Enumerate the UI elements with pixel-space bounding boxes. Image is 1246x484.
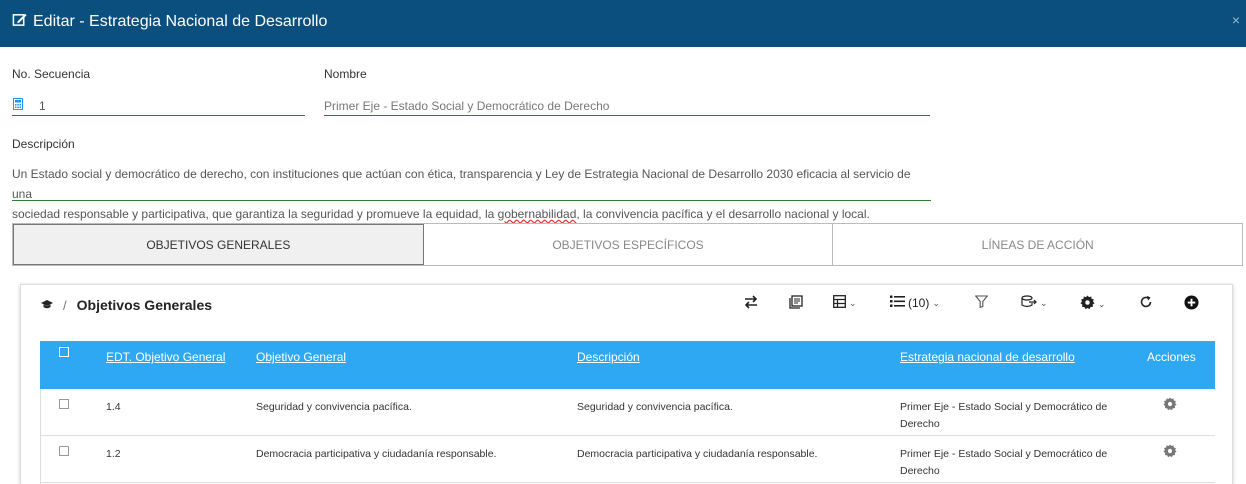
description-line-1: Un Estado social y democrático de derech…: [12, 167, 911, 201]
database-export-icon: [1021, 295, 1037, 311]
description-label: Descripción: [12, 137, 75, 151]
description-field[interactable]: Un Estado social y democrático de derech…: [12, 164, 931, 221]
panel-title: Objetivos Generales: [76, 297, 213, 313]
page-size-button[interactable]: (10) ⌄: [890, 295, 940, 311]
row-objective: Seguridad y convivencia pacífica.: [256, 401, 412, 413]
row-edt: 1.2: [106, 448, 121, 460]
column-strategy[interactable]: Estrategia nacional de desarrollo: [900, 350, 1075, 364]
grid-panel: / Objetivos Generales ⌄ (10) ⌄ ⌄ ⌄ EDT. …: [20, 284, 1233, 484]
row-gear-icon[interactable]: [1163, 444, 1177, 462]
row-description: Seguridad y convivencia pacífica.: [577, 401, 733, 413]
columns-button[interactable]: ⌄: [833, 295, 857, 311]
notes-icon[interactable]: [789, 295, 803, 309]
name-field[interactable]: Primer Eje - Estado Social y Democrático…: [324, 96, 930, 116]
row-description: Democracia participativa y ciudadanía re…: [577, 448, 818, 460]
row-edt: 1.4: [106, 401, 121, 413]
grid-header: EDT. Objetivo General Objetivo General D…: [40, 341, 1215, 389]
columns-icon: [833, 295, 846, 311]
add-icon[interactable]: [1184, 295, 1199, 310]
row-strategy: Primer Eje - Estado Social y Democrático…: [900, 401, 1108, 430]
graduation-cap-icon: [41, 298, 53, 313]
column-actions: Acciones: [1147, 350, 1196, 364]
swap-icon[interactable]: [743, 295, 759, 309]
gear-icon: [1080, 295, 1095, 313]
row-strategy: Primer Eje - Estado Social y Democrático…: [900, 448, 1108, 477]
row-checkbox[interactable]: [59, 399, 69, 409]
sequence-label: No. Secuencia: [12, 67, 91, 81]
chevron-down-icon: ⌄: [849, 297, 857, 308]
column-edt[interactable]: EDT. Objetivo General: [106, 350, 225, 364]
sequence-field[interactable]: 1: [12, 96, 305, 116]
page-size-value: (10): [908, 296, 930, 310]
breadcrumb: / Objetivos Generales: [41, 297, 212, 313]
refresh-icon[interactable]: [1139, 295, 1153, 309]
table-row[interactable]: 1.4 Seguridad y convivencia pacífica. Se…: [40, 389, 1215, 436]
list-icon: [890, 295, 905, 311]
tab-objetivos-especificos[interactable]: OBJETIVOS ESPECÍFICOS: [424, 224, 834, 265]
chevron-down-icon: ⌄: [1098, 298, 1106, 309]
calculator-icon: [13, 98, 23, 113]
modal-header: Editar - Estrategia Nacional de Desarrol…: [0, 0, 1246, 47]
table-row[interactable]: 1.2 Democracia participativa y ciudadaní…: [40, 436, 1215, 483]
column-objective[interactable]: Objetivo General: [256, 350, 346, 364]
sequence-value: 1: [39, 98, 46, 113]
description-line-2: sociedad responsable y participativa, qu…: [12, 207, 870, 221]
modal-title: Editar - Estrategia Nacional de Desarrol…: [12, 12, 327, 32]
row-gear-icon[interactable]: [1163, 397, 1177, 415]
row-checkbox[interactable]: [59, 446, 69, 456]
chevron-down-icon: ⌄: [1040, 297, 1048, 308]
tab-lineas-de-accion[interactable]: LÍNEAS DE ACCIÓN: [833, 224, 1242, 265]
chevron-down-icon: ⌄: [932, 297, 940, 308]
export-button[interactable]: ⌄: [1021, 295, 1048, 311]
row-objective: Democracia participativa y ciudadanía re…: [256, 448, 497, 460]
column-description[interactable]: Descripción: [577, 350, 640, 364]
tab-bar: OBJETIVOS GENERALES OBJETIVOS ESPECÍFICO…: [12, 223, 1243, 266]
settings-button[interactable]: ⌄: [1080, 295, 1106, 313]
tab-objetivos-generales[interactable]: OBJETIVOS GENERALES: [13, 224, 424, 265]
close-icon[interactable]: ×: [1232, 12, 1240, 28]
modal-title-text: Editar - Estrategia Nacional de Desarrol…: [33, 13, 328, 30]
select-all-checkbox[interactable]: [59, 347, 69, 357]
breadcrumb-separator: /: [63, 297, 67, 313]
filter-icon[interactable]: [975, 295, 988, 308]
edit-icon: [12, 12, 27, 32]
name-label: Nombre: [324, 67, 367, 81]
grid-toolbar: / Objetivos Generales ⌄ (10) ⌄ ⌄ ⌄: [21, 285, 1232, 325]
